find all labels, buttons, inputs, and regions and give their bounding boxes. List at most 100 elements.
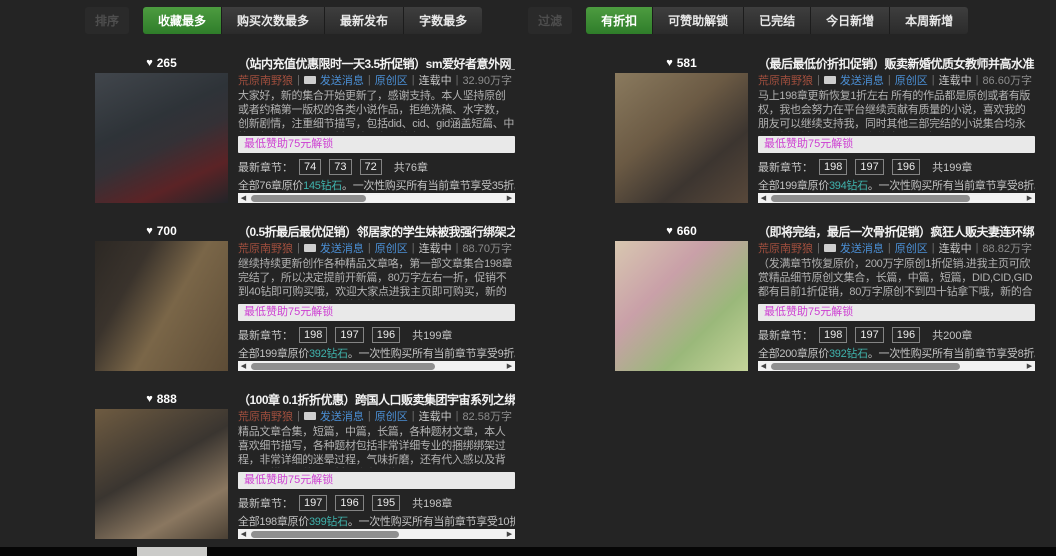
chapter-button[interactable]: 197 [855, 159, 883, 175]
sponsor-unlock-badge[interactable]: 最低赞助75元解锁 [238, 472, 515, 489]
card-title[interactable]: （站内充值优惠限时一天3.5折促销）sm爱好者意外网_ [238, 55, 515, 72]
author-link[interactable]: 荒原南野狼 [758, 72, 813, 87]
card-title[interactable]: （即将完结，最后一次骨折促销）疯狂人贩夫妻连环绑 [758, 223, 1035, 240]
chapter-button[interactable]: 196 [335, 495, 363, 511]
card-thumbnail[interactable] [615, 73, 748, 203]
chapter-button[interactable]: 198 [819, 327, 847, 343]
card-horizontal-scrollbar[interactable]: ◀ ▶ [238, 529, 515, 539]
chapter-button[interactable]: 195 [372, 495, 400, 511]
chapter-button[interactable]: 198 [299, 327, 327, 343]
scrollbar-track[interactable] [249, 529, 504, 539]
sort-most-purchased-button[interactable]: 购买次数最多 [222, 7, 325, 34]
scroll-right-icon[interactable]: ▶ [1024, 361, 1035, 371]
scrollbar-thumb[interactable] [251, 531, 399, 538]
price-original-diamonds[interactable]: 392钻石 [309, 348, 348, 359]
card-thumbnail[interactable] [95, 241, 228, 371]
chapter-button[interactable]: 74 [299, 159, 321, 175]
scroll-right-icon[interactable]: ▶ [504, 529, 515, 539]
sort-most-collected-button[interactable]: 收藏最多 [143, 7, 222, 34]
price-original-diamonds[interactable]: 145钻石 [303, 180, 342, 191]
category-link[interactable]: 原创区 [375, 240, 408, 255]
separator: | [976, 74, 979, 86]
send-message-link[interactable]: 发送消息 [840, 240, 884, 255]
scroll-left-icon[interactable]: ◀ [238, 361, 249, 371]
chapter-button[interactable]: 196 [892, 327, 920, 343]
filter-discounted-button[interactable]: 有折扣 [586, 7, 653, 34]
card-horizontal-scrollbar[interactable]: ◀ ▶ [758, 361, 1035, 371]
card-body: （即将完结，最后一次骨折促销）疯狂人贩夫妻连环绑 荒原南野狼 | 发送消息 | … [758, 223, 1035, 371]
author-link[interactable]: 荒原南野狼 [238, 240, 293, 255]
card-title[interactable]: （100章 0.1折折优惠）跨国人口贩卖集团宇宙系列之绑 [238, 391, 515, 408]
scroll-left-icon[interactable]: ◀ [238, 193, 249, 203]
chapter-button[interactable]: 73 [329, 159, 351, 175]
sponsor-unlock-badge[interactable]: 最低赞助75元解锁 [238, 136, 515, 153]
sponsor-unlock-badge[interactable]: 最低赞助75元解锁 [238, 304, 515, 321]
taskbar-window-segment[interactable] [137, 547, 207, 556]
filter-new-this-week-button[interactable]: 本周新增 [890, 7, 968, 34]
scrollbar-track[interactable] [769, 361, 1024, 371]
chapter-button[interactable]: 197 [299, 495, 327, 511]
card-horizontal-scrollbar[interactable]: ◀ ▶ [238, 193, 515, 203]
category-link[interactable]: 原创区 [895, 240, 928, 255]
price-original-diamonds[interactable]: 399钻石 [309, 516, 348, 527]
word-count: 88.82万字 [982, 240, 1032, 255]
card-horizontal-scrollbar[interactable]: ◀ ▶ [238, 361, 515, 371]
separator: | [456, 410, 459, 422]
sort-newest-button[interactable]: 最新发布 [325, 7, 404, 34]
author-link[interactable]: 荒原南野狼 [238, 408, 293, 423]
send-message-link[interactable]: 发送消息 [320, 240, 364, 255]
send-message-link[interactable]: 发送消息 [320, 408, 364, 423]
separator: | [456, 74, 459, 86]
scrollbar-thumb[interactable] [771, 195, 970, 202]
scrollbar-track[interactable] [249, 361, 504, 371]
scrollbar-thumb[interactable] [251, 363, 435, 370]
scroll-left-icon[interactable]: ◀ [238, 529, 249, 539]
chapter-button[interactable]: 197 [855, 327, 883, 343]
sponsor-unlock-badge[interactable]: 最低赞助75元解锁 [758, 304, 1035, 321]
price-original-diamonds[interactable]: 392钻石 [829, 348, 868, 359]
scroll-right-icon[interactable]: ▶ [1024, 193, 1035, 203]
scrollbar-thumb[interactable] [251, 195, 366, 202]
filter-completed-button[interactable]: 已完结 [744, 7, 811, 34]
card-horizontal-scrollbar[interactable]: ◀ ▶ [758, 193, 1035, 203]
category-link[interactable]: 原创区 [375, 408, 408, 423]
chapter-button[interactable]: 196 [372, 327, 400, 343]
card-title[interactable]: （0.5折最后最优促销）邻居家的学生妹被我强行绑架之 [238, 223, 515, 240]
heart-icon: ♥ [666, 58, 673, 69]
chapter-button[interactable]: 72 [360, 159, 382, 175]
card-thumbnail[interactable] [95, 73, 228, 203]
separator: | [412, 74, 415, 86]
filter-sponsor-unlock-button[interactable]: 可赞助解锁 [653, 7, 744, 34]
scrollbar-track[interactable] [769, 193, 1024, 203]
scroll-right-icon[interactable]: ▶ [504, 361, 515, 371]
chapter-button[interactable]: 196 [892, 159, 920, 175]
send-message-link[interactable]: 发送消息 [840, 72, 884, 87]
chapter-button[interactable]: 197 [335, 327, 363, 343]
separator: | [817, 74, 820, 86]
category-link[interactable]: 原创区 [375, 72, 408, 87]
price-line: 全部76章原价145钻石。一次性购买所有当前章节享受35折。折扣价50 [238, 177, 515, 191]
category-link[interactable]: 原创区 [895, 72, 928, 87]
filter-label: 过滤 [528, 7, 572, 34]
scroll-left-icon[interactable]: ◀ [758, 361, 769, 371]
separator: | [412, 242, 415, 254]
separator: | [976, 242, 979, 254]
card-thumbnail[interactable] [95, 409, 228, 539]
card-body: （0.5折最后最优促销）邻居家的学生妹被我强行绑架之 荒原南野狼 | 发送消息 … [238, 223, 515, 371]
filter-new-today-button[interactable]: 今日新增 [811, 7, 890, 34]
card-title[interactable]: （最后最低价折扣促销）贩卖新婚优质女教师并高水准 [758, 55, 1035, 72]
latest-chapters-row: 最新章节： 197 196 195 共198章 [238, 493, 515, 513]
author-link[interactable]: 荒原南野狼 [238, 72, 293, 87]
author-link[interactable]: 荒原南野狼 [758, 240, 813, 255]
scroll-left-icon[interactable]: ◀ [758, 193, 769, 203]
scrollbar-track[interactable] [249, 193, 504, 203]
card-thumbnail[interactable] [615, 241, 748, 371]
price-original-diamonds[interactable]: 394钻石 [829, 180, 868, 191]
scrollbar-thumb[interactable] [771, 363, 960, 370]
scroll-right-icon[interactable]: ▶ [504, 193, 515, 203]
sort-most-words-button[interactable]: 字数最多 [404, 7, 482, 34]
card: ♥ 660 （即将完结，最后一次骨折促销）疯狂人贩夫妻连环绑 荒原南野狼 | 发… [615, 223, 1035, 371]
send-message-link[interactable]: 发送消息 [320, 72, 364, 87]
sponsor-unlock-badge[interactable]: 最低赞助75元解锁 [758, 136, 1035, 153]
chapter-button[interactable]: 198 [819, 159, 847, 175]
